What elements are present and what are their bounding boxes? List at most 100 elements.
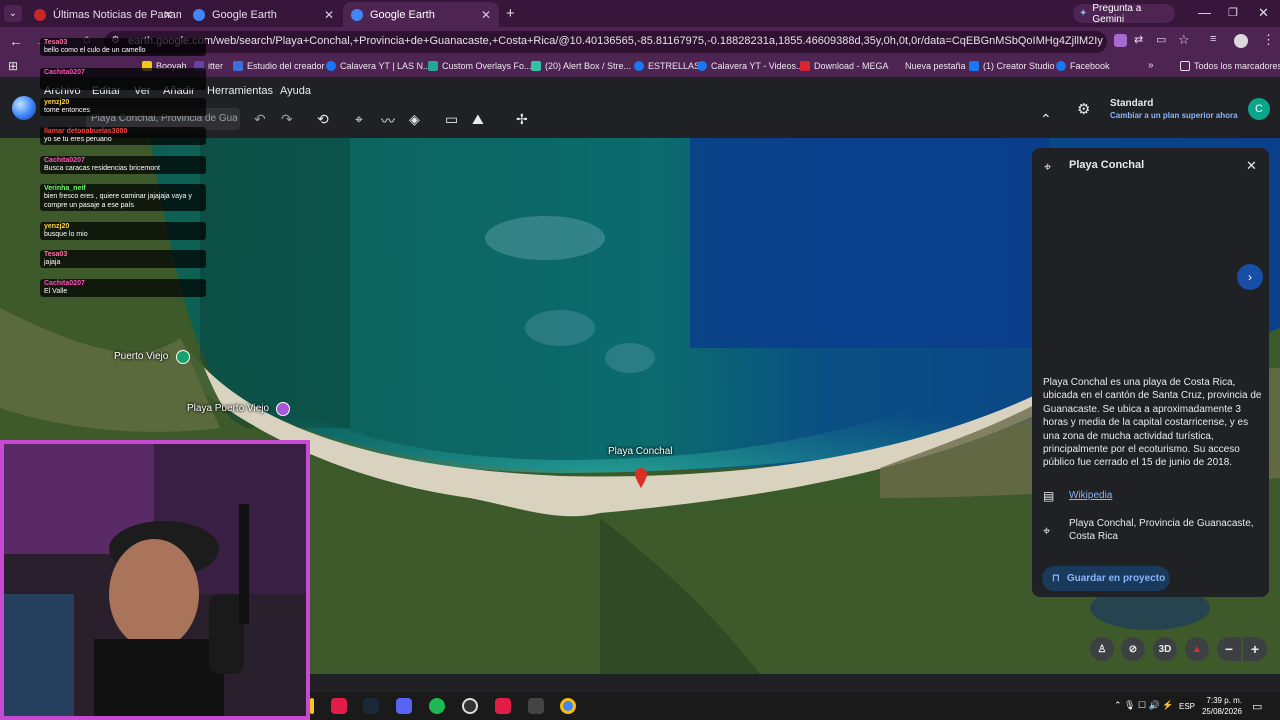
chat-message: Verinha_neif bien fresco eres , quiere c…	[40, 184, 206, 211]
menu-herramientas[interactable]: Herramientas	[207, 85, 273, 97]
layers-icon[interactable]: ◈	[409, 111, 420, 128]
beach-poi-icon[interactable]	[276, 402, 290, 416]
all-bookmarks[interactable]: Todos los marcadores	[1180, 61, 1280, 71]
wikipedia-link[interactable]: Wikipedia	[1069, 490, 1112, 501]
tiktok-icon[interactable]	[331, 698, 347, 714]
undo-icon[interactable]: ↶	[254, 111, 266, 128]
spotify-icon[interactable]	[429, 698, 445, 714]
address-line-2: Costa Rica	[1069, 531, 1118, 542]
back-arrow-icon[interactable]: ←	[9, 33, 23, 49]
facebook-icon	[697, 61, 707, 71]
minimize-icon[interactable]: —	[1198, 5, 1211, 20]
bookmark-calavera-las[interactable]: Calavera YT | LAS N...	[326, 61, 431, 71]
image-overlay-icon[interactable]: ⛰	[472, 111, 484, 128]
news-favicon-icon	[34, 8, 46, 21]
bookmark-creator-studio[interactable]: (1) Creator Studio	[969, 61, 1055, 71]
bookmark-custom-overlays[interactable]: Custom Overlays Fo...	[428, 61, 532, 71]
user-avatar[interactable]: C	[1248, 98, 1270, 120]
apps-grid-icon[interactable]: ⊞	[8, 59, 18, 73]
tray-icons[interactable]: ⌃ 🎙 ☐ 🔊 ⚡	[1114, 700, 1173, 711]
close-panel-icon[interactable]: ✕	[1246, 158, 1257, 174]
notifications-icon[interactable]: ▭	[1252, 700, 1262, 713]
place-info-panel: ⌖ Playa Conchal ✕ › Playa Conchal es una…	[1032, 148, 1269, 597]
close-tab-icon[interactable]: ✕	[481, 8, 491, 22]
satellite-icon[interactable]: ✢	[516, 111, 528, 128]
mega-icon	[800, 61, 810, 71]
label-puerto-viejo: Puerto Viejo	[114, 351, 169, 362]
apps-icon[interactable]	[528, 698, 544, 714]
streaming-app-icon[interactable]	[495, 698, 511, 714]
reading-list-icon[interactable]: ≡	[1210, 33, 1216, 45]
pegman-icon[interactable]: ♙	[1090, 637, 1114, 661]
file-explorer-icon[interactable]	[310, 698, 314, 714]
more-bookmarks-chevron-icon[interactable]: »	[1148, 60, 1154, 71]
measure-ruler-icon[interactable]: ▭	[445, 111, 458, 128]
chat-message: yenzj20 tome entonces	[40, 98, 206, 116]
close-tab-icon[interactable]: ✕	[324, 8, 334, 22]
bookmark-star-icon[interactable]: ☆	[1178, 32, 1190, 48]
install-app-icon[interactable]: ▭	[1156, 33, 1166, 46]
clock[interactable]: 7:39 p. m. 25/08/2026	[1202, 695, 1242, 717]
overlay-icon	[428, 61, 438, 71]
language-indicator[interactable]: ESP	[1179, 702, 1195, 711]
collapse-chevron-icon[interactable]: ⌃	[1040, 111, 1052, 128]
gemini-button[interactable]: ✦ Pregunta a Gemini	[1073, 2, 1175, 25]
profile-avatar[interactable]	[1234, 34, 1248, 48]
place-pin-icon: ⌖	[1044, 159, 1052, 174]
bookmark-calavera-videos[interactable]: Calavera YT - Videos...	[697, 61, 804, 71]
discord-icon[interactable]	[396, 698, 412, 714]
bookmark-mega[interactable]: Download - MEGA	[800, 61, 889, 71]
creator-studio-icon	[969, 61, 979, 71]
browser-menu-icon[interactable]: ⋮	[1262, 32, 1275, 48]
restore-icon[interactable]: ❐	[1228, 6, 1238, 19]
facebook-icon	[1056, 61, 1066, 71]
next-image-chevron-icon[interactable]: ›	[1237, 264, 1263, 290]
streamer-video	[4, 444, 306, 716]
tab-google-earth-active[interactable]: Google Earth ✕	[343, 2, 499, 27]
bookmark-alert-box[interactable]: (20) Alert Box / Stre...	[531, 61, 631, 71]
obs-icon[interactable]	[462, 698, 478, 714]
folder-icon	[233, 61, 243, 71]
chrome-icon[interactable]	[560, 698, 576, 714]
bookmark-estrellas[interactable]: ESTRELLAS	[634, 61, 700, 71]
lens-icon[interactable]	[1114, 34, 1127, 47]
tab-search-button[interactable]: ⌄	[4, 5, 22, 22]
settings-gear-icon[interactable]: ⚙	[1077, 100, 1090, 118]
chat-message: Cachita0207 El Valle	[40, 279, 206, 297]
steam-icon[interactable]	[363, 698, 379, 714]
park-poi-icon[interactable]	[176, 350, 190, 364]
path-icon[interactable]: 〰	[381, 111, 395, 131]
chat-message: yenzj20 busque lo mio	[40, 222, 206, 240]
gemini-label: Pregunta a Gemini	[1092, 2, 1142, 25]
label-playa-conchal: Playa Conchal	[608, 446, 673, 457]
redo-icon[interactable]: ↷	[281, 111, 293, 128]
location-marker-icon[interactable]	[635, 468, 647, 488]
address-pin-icon: ⌖	[1043, 523, 1051, 538]
upgrade-plan-link[interactable]: Cambiar a un plan superior ahora	[1110, 111, 1238, 120]
compass-icon[interactable]: ▲	[1185, 637, 1209, 661]
menu-ayuda[interactable]: Ayuda	[280, 85, 311, 97]
hide-layers-icon[interactable]: ⊘	[1121, 637, 1145, 661]
tab-title: Google Earth	[370, 8, 435, 21]
clock-date: 25/08/2026	[1201, 707, 1242, 716]
zoom-out-button[interactable]: −	[1217, 637, 1241, 661]
place-description: Playa Conchal es una playa de Costa Rica…	[1043, 377, 1262, 469]
save-to-project-button[interactable]: ⊓ Guardar en proyecto	[1042, 566, 1170, 591]
translate-icon[interactable]: ⇄	[1134, 33, 1143, 46]
bookmark-estudio[interactable]: Estudio del creador	[233, 61, 325, 71]
history-icon[interactable]: ⟲	[317, 111, 329, 128]
toggle-3d-button[interactable]: 3D	[1153, 637, 1177, 661]
webcam-overlay	[0, 440, 310, 720]
tab-google-earth-1[interactable]: Google Earth ✕	[185, 2, 342, 27]
bookmark-facebook[interactable]: Facebook	[1056, 61, 1110, 71]
bookmark-nueva-pestana[interactable]: Nueva pestaña	[905, 61, 966, 71]
place-title: Playa Conchal	[1069, 159, 1145, 171]
window-close-icon[interactable]: ✕	[1258, 5, 1269, 21]
placemark-icon[interactable]: ⌖	[355, 111, 363, 128]
google-earth-logo[interactable]	[12, 96, 36, 120]
tab-noticias[interactable]: Últimas Noticias de Panamá En ✕	[26, 2, 181, 27]
streamlabs-icon	[531, 61, 541, 71]
zoom-in-button[interactable]: +	[1243, 637, 1267, 661]
close-tab-icon[interactable]: ✕	[163, 8, 173, 22]
new-tab-plus-icon[interactable]: +	[506, 5, 515, 22]
